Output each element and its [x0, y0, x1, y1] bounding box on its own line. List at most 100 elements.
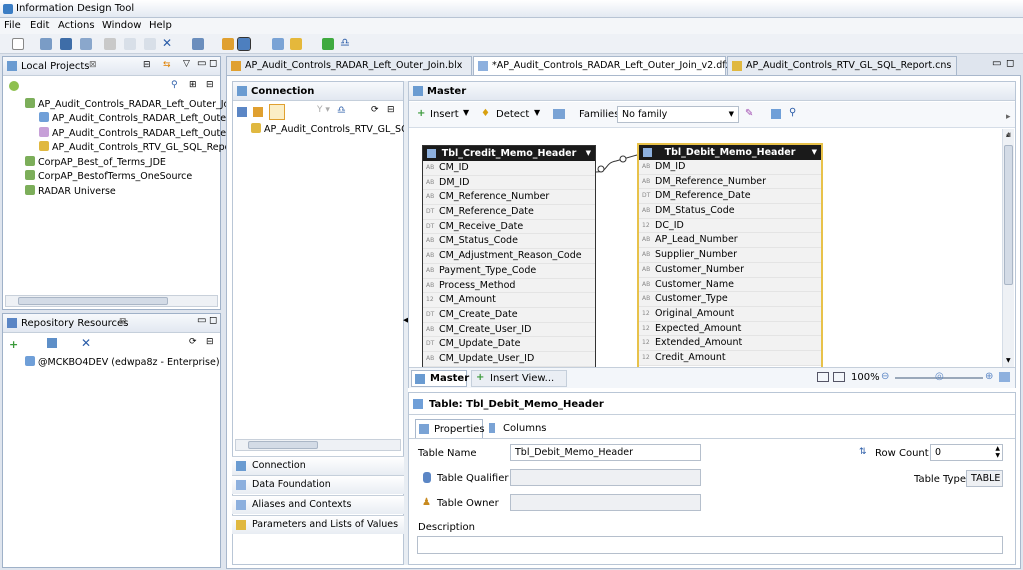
- outline-toggle-icon[interactable]: ▸: [1006, 112, 1011, 122]
- menu-window[interactable]: Window: [102, 20, 141, 31]
- tree-item[interactable]: AP_Audit_Controls_RADAR_Left_Outer_Joi: [25, 98, 232, 110]
- delete-icon[interactable]: ✕: [162, 36, 174, 50]
- nav-connection[interactable]: Connection: [232, 456, 404, 475]
- connection-item[interactable]: AP_Audit_Controls_RTV_GL_SQL: [251, 123, 414, 135]
- binoculars-icon[interactable]: ♎: [340, 36, 352, 49]
- nav-data-foundation[interactable]: Data Foundation: [232, 475, 404, 494]
- tree-item[interactable]: AP_Audit_Controls_RADAR_Left_Outer: [39, 127, 230, 139]
- minimize-icon[interactable]: ▭: [197, 315, 206, 326]
- maximize-icon[interactable]: ◻: [1006, 58, 1014, 69]
- link-icon[interactable]: ⇆: [163, 60, 171, 70]
- collapse-arrow-icon[interactable]: ◂: [1006, 130, 1011, 140]
- cut-icon[interactable]: [104, 38, 116, 50]
- horizontal-scrollbar[interactable]: [5, 295, 218, 307]
- tree-item[interactable]: AP_Audit_Controls_RTV_GL_SQL_Repo: [39, 141, 230, 153]
- table-name-field[interactable]: Tbl_Debit_Memo_Header: [510, 444, 701, 461]
- layout-icon[interactable]: [272, 38, 284, 50]
- selected-tool-icon[interactable]: [237, 37, 251, 51]
- properties-icon[interactable]: [771, 109, 781, 119]
- collapse-all-icon[interactable]: ⊟: [206, 337, 214, 347]
- refresh-icon[interactable]: ⟳: [371, 105, 379, 115]
- menu-edit[interactable]: Edit: [30, 20, 49, 31]
- filter-icon[interactable]: Y ▾: [317, 105, 330, 115]
- scroll-down-icon[interactable]: ▼: [1006, 357, 1011, 364]
- collapse-icon[interactable]: ⊟: [143, 60, 151, 70]
- open-icon[interactable]: [40, 38, 52, 50]
- arrange-icon[interactable]: [553, 109, 565, 119]
- close-icon[interactable]: ⊠: [119, 317, 127, 327]
- view-tab-master[interactable]: Master: [411, 370, 469, 387]
- minimize-icon[interactable]: ▭: [197, 58, 206, 69]
- spinner-icon[interactable]: ▲ ▼: [995, 445, 1000, 459]
- scroll-thumb[interactable]: [248, 441, 318, 449]
- zoom-thumb[interactable]: ◎: [935, 371, 944, 382]
- tree-item[interactable]: CorpAP_Best_of_Terms_JDE: [25, 156, 166, 168]
- new-icon[interactable]: [12, 38, 24, 50]
- overview-icon[interactable]: [999, 372, 1010, 382]
- new-connection-icon[interactable]: [253, 107, 263, 117]
- qualifier-field[interactable]: [510, 469, 701, 486]
- view-tab-insert[interactable]: + Insert View...: [471, 370, 567, 387]
- scroll-thumb[interactable]: [1004, 145, 1013, 285]
- tab-properties[interactable]: Properties: [415, 419, 485, 438]
- expand-icon[interactable]: ⊞: [189, 80, 197, 90]
- tree-item[interactable]: CorpAP_BestofTerms_OneSource: [25, 170, 192, 182]
- tree-item[interactable]: RADAR Universe: [25, 185, 116, 197]
- tab-columns[interactable]: Columns: [485, 419, 547, 438]
- owner-field[interactable]: [510, 494, 701, 511]
- join-line[interactable]: [409, 129, 1001, 367]
- folder-icon: [25, 98, 35, 108]
- nav-aliases-contexts[interactable]: Aliases and Contexts: [232, 495, 404, 514]
- zoom-box-icon[interactable]: [833, 372, 845, 382]
- families-select[interactable]: No family ▼: [617, 106, 739, 123]
- search-icon[interactable]: ⚲: [171, 80, 178, 90]
- maximize-icon[interactable]: ◻: [209, 58, 217, 69]
- menu-actions[interactable]: Actions: [58, 20, 95, 31]
- insert-dropdown-icon[interactable]: ▼: [463, 108, 469, 117]
- copy-icon[interactable]: [124, 38, 136, 50]
- zoom-out-icon[interactable]: ⊖: [881, 371, 889, 382]
- selected-toggle-icon[interactable]: [269, 104, 285, 120]
- collapse-all-icon[interactable]: ⊟: [206, 80, 214, 90]
- add-icon[interactable]: +: [9, 338, 18, 351]
- check-icon[interactable]: [322, 38, 334, 50]
- maximize-icon[interactable]: ◻: [209, 315, 217, 326]
- search-icon[interactable]: ♎: [337, 105, 346, 116]
- tree-item[interactable]: AP_Audit_Controls_RADAR_Left_Outer: [39, 112, 230, 124]
- menu-help[interactable]: Help: [149, 20, 172, 31]
- vertical-scrollbar[interactable]: ▲ ▼: [1002, 129, 1014, 367]
- row-count-field[interactable]: 0 ▲ ▼: [930, 444, 1003, 461]
- search-icon[interactable]: ⚲: [789, 107, 796, 118]
- scroll-thumb[interactable]: [18, 297, 168, 305]
- horizontal-scrollbar[interactable]: [235, 439, 401, 451]
- minimize-icon[interactable]: ▭: [992, 58, 1001, 69]
- repository-item[interactable]: @MCKBO4DEV (edwpa8z - Enterprise): [25, 356, 220, 368]
- tab-blx[interactable]: AP_Audit_Controls_RADAR_Left_Outer_Join.…: [226, 56, 472, 75]
- publish-icon[interactable]: [192, 38, 204, 50]
- tab-cns[interactable]: AP_Audit_Controls_RTV_GL_SQL_Report.cns: [727, 56, 957, 75]
- menu-file[interactable]: File: [4, 20, 21, 31]
- browse-icon[interactable]: [290, 38, 302, 50]
- fit-icon[interactable]: [817, 372, 829, 382]
- view-menu-icon[interactable]: ▽: [183, 59, 190, 69]
- insert-button[interactable]: Insert: [430, 109, 459, 120]
- detect-button[interactable]: Detect: [496, 109, 529, 120]
- tool-icon[interactable]: [222, 38, 234, 50]
- zoom-in-icon[interactable]: ⊕: [985, 371, 993, 382]
- edit-icon[interactable]: [47, 338, 57, 348]
- connect-icon[interactable]: [237, 107, 247, 117]
- nav-parameters-lov[interactable]: Parameters and Lists of Values: [232, 515, 404, 534]
- tab-dfx[interactable]: *AP_Audit_Controls_RADAR_Left_Outer_Join…: [473, 56, 743, 75]
- delete-icon[interactable]: ✕: [81, 336, 91, 350]
- paste-icon[interactable]: [144, 38, 156, 50]
- family-edit-icon[interactable]: ✎: [745, 108, 753, 119]
- close-icon[interactable]: ⊠: [89, 60, 97, 70]
- save-all-icon[interactable]: [80, 38, 92, 50]
- save-icon[interactable]: [60, 38, 72, 50]
- diagram-canvas[interactable]: Tbl_Credit_Memo_Header ▼ AB CM_ID AB DM_ID AB C…: [409, 129, 1001, 367]
- new-project-icon[interactable]: [9, 81, 19, 91]
- detect-dropdown-icon[interactable]: ▼: [534, 108, 540, 117]
- description-field[interactable]: [417, 536, 1003, 554]
- collapse-all-icon[interactable]: ⊟: [387, 105, 395, 115]
- refresh-icon[interactable]: ⟳: [189, 337, 197, 347]
